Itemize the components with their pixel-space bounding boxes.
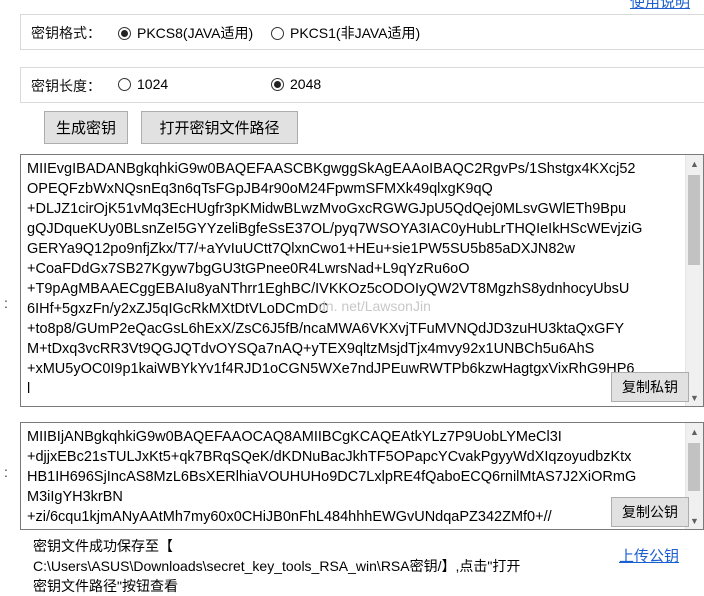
private-key-line: gQJDqueKUy0BLsnZeI5GYYzeliBgfeSsE37OL/py… (27, 221, 643, 237)
radio-2048-label: 2048 (290, 76, 322, 92)
private-key-line: OPEQFzbWxNQsnEq3n6qTsFGpJB4r90oM24FpwmSF… (27, 181, 493, 197)
private-key-text[interactable]: MIIEvgIBADANBgkqhkiG9w0BAQEFAASCBKgwggSk… (27, 159, 683, 399)
radio-pkcs1-label: PKCS1(非JAVA适用) (290, 25, 421, 41)
scroll-up-icon[interactable]: ▲ (686, 155, 703, 172)
key-length-label: 密钥长度： (31, 78, 101, 94)
radio-1024-dot[interactable] (118, 77, 131, 91)
private-key-line: +CoaFDdGx7SB27Kgyw7bgGU3tGPnee0R4LwrsNad… (27, 261, 470, 277)
public-key-line: M3iIgYH3krBN (27, 489, 123, 505)
status-line: C:\Users\ASUS\Downloads\secret_key_tools… (33, 558, 521, 574)
public-key-line: +zi/6cqu1kjmANyAAtMh7my60x0CHiJB0nFhL484… (27, 509, 552, 525)
private-key-line: MIIEvgIBADANBgkqhkiG9w0BAQEFAASCBKgwggSk… (27, 161, 636, 177)
key-format-group: 密钥格式： PKCS8(JAVA适用) PKCS1(非JAVA适用) (20, 14, 704, 50)
radio-1024[interactable]: 1024 (118, 76, 168, 92)
usage-link[interactable]: 使用说明 (630, 0, 690, 12)
private-key-scrollbar[interactable]: ▲ ▼ (685, 155, 703, 406)
public-key-textarea[interactable]: MIIBIjANBgkqhkiG9w0BAQEFAAOCAQ8AMIIBCgKC… (20, 422, 704, 530)
radio-pkcs8-label: PKCS8(JAVA适用) (137, 25, 254, 41)
public-key-line: MIIBIjANBgkqhkiG9w0BAQEFAAOCAQ8AMIIBCgKC… (27, 429, 562, 445)
private-key-line: +T9pAgMBAAECggEBAIu8yaNThrr1EghBC/IVKKOz… (27, 281, 630, 297)
private-key-textarea[interactable]: MIIEvgIBADANBgkqhkiG9w0BAQEFAASCBKgwggSk… (20, 154, 704, 407)
generate-key-button[interactable]: 生成密钥 (44, 111, 128, 144)
private-key-line: +to8p8/GUmP2eQacGsL6hExX/ZsC6J5fB/ncaMWA… (27, 321, 624, 337)
side-colon: : (4, 464, 8, 480)
copy-private-key-button[interactable]: 复制私钥 (611, 372, 689, 402)
key-length-group: 密钥长度： 1024 2048 (20, 67, 704, 103)
radio-pkcs8[interactable]: PKCS8(JAVA适用) (118, 23, 253, 43)
radio-pkcs1[interactable]: PKCS1(非JAVA适用) (271, 23, 420, 43)
private-key-line: GERYa9Q12po9nfjZkx/T7/+aYvIuUCtt7QlxnCwo… (27, 241, 575, 257)
private-key-line: +DLJZ1cirOjK51vMq3EcHUgfr3pKMidwBLwzMvoG… (27, 201, 627, 217)
watermark-text: dn. net/LawsonJin (318, 298, 431, 314)
save-status-message: 密钥文件成功保存至【 C:\Users\ASUS\Downloads\secret… (33, 536, 520, 596)
radio-pkcs1-dot[interactable] (271, 26, 284, 40)
side-colon: : (4, 295, 8, 311)
scroll-thumb[interactable] (688, 175, 700, 265)
status-line: 密钥文件路径"按钮查看 (33, 578, 178, 594)
public-key-text[interactable]: MIIBIjANBgkqhkiG9w0BAQEFAAOCAQ8AMIIBCgKC… (27, 427, 683, 527)
private-key-line: +xMU5yOC0I9p1kaiWBYkYv1f4RJD1oCGN5WXe7nd… (27, 361, 635, 377)
public-key-line: HB1IH696SjIncAS8MzL6BsXERlhiaVOUHUHo9DC7… (27, 469, 637, 485)
open-key-path-button[interactable]: 打开密钥文件路径 (141, 111, 298, 144)
copy-public-key-button[interactable]: 复制公钥 (611, 497, 689, 527)
private-key-line: M+tDxq3vcRR3Vt9QGJQTdvOYSQa7nAQ+yTEX9qlt… (27, 341, 595, 357)
radio-2048[interactable]: 2048 (271, 76, 321, 92)
upload-public-key-link[interactable]: 上传公钥 (619, 545, 679, 566)
radio-1024-label: 1024 (137, 76, 169, 92)
scroll-thumb[interactable] (688, 443, 700, 491)
public-key-line: +djjxEBc21sTULJxKt5+qk7BRqSQeK/dKDNuBacJ… (27, 449, 632, 465)
scroll-up-icon[interactable]: ▲ (686, 423, 703, 440)
radio-2048-dot[interactable] (271, 77, 284, 91)
private-key-line: l (27, 381, 31, 397)
radio-pkcs8-dot[interactable] (118, 26, 131, 40)
key-format-label: 密钥格式： (31, 25, 101, 41)
status-line: 密钥文件成功保存至【 (33, 538, 173, 554)
